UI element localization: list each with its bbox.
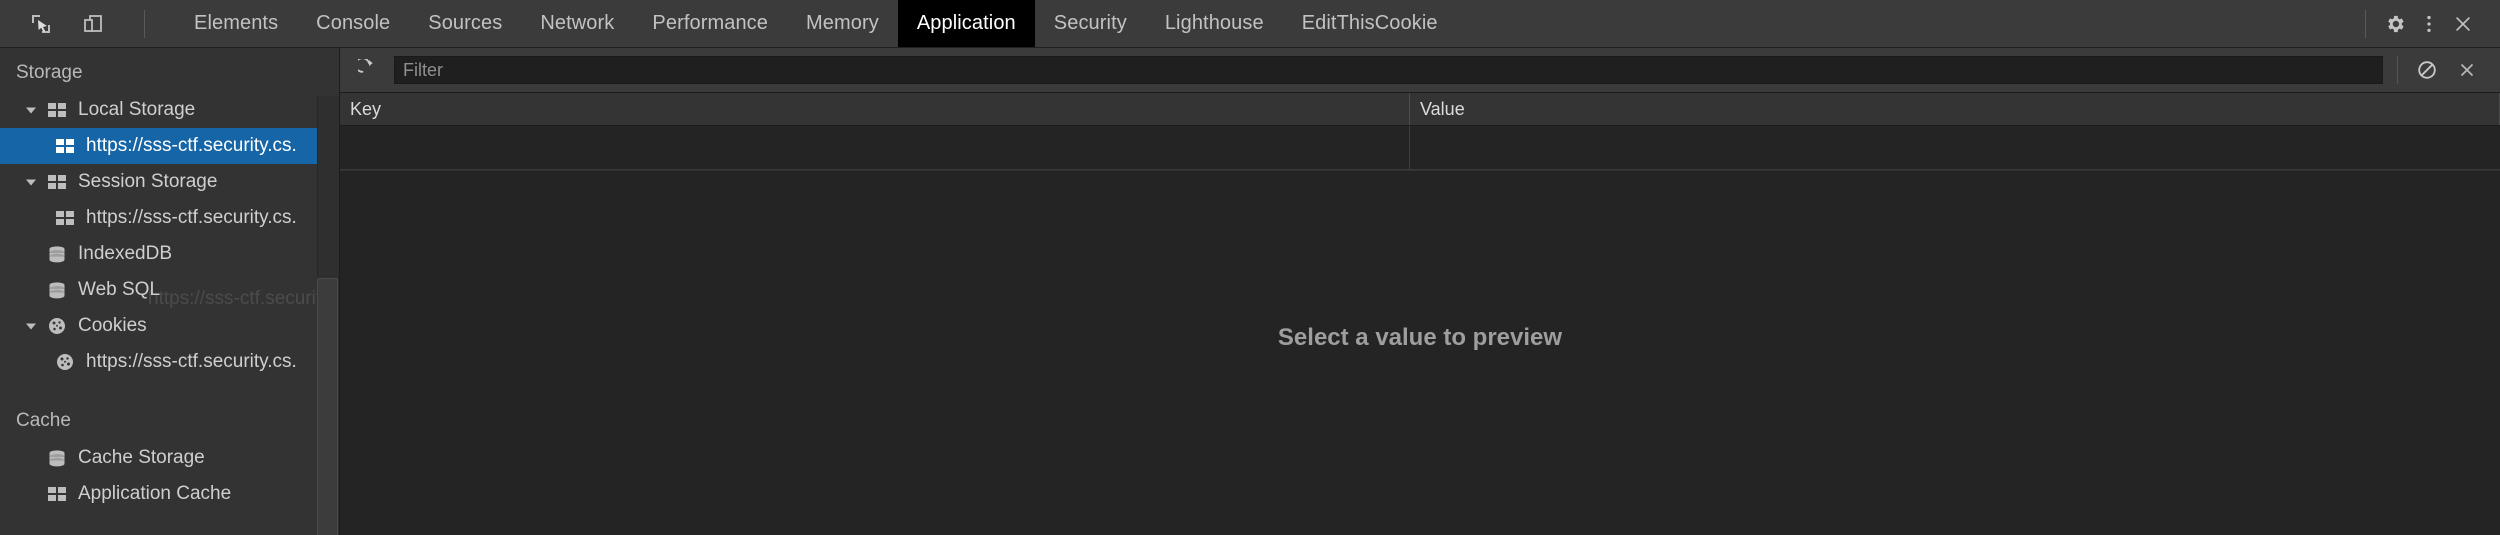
application-sidebar: Storage Local Storage https://sss-ctf.se… [0,48,340,535]
gear-icon[interactable] [2380,9,2410,39]
sidebar-section-cache-title: Cache [16,410,71,431]
sidebar-item-label: Cookies [78,315,147,336]
chevron-down-icon[interactable] [18,176,44,188]
tab-label: Application [916,12,1016,34]
table-icon [52,138,78,154]
database-icon [44,245,70,263]
sidebar-item-session-storage-origin[interactable]: https://sss-ctf.security.cs. [0,200,339,236]
table-icon [44,102,70,118]
table-icon [44,174,70,190]
sidebar-item-label: Local Storage [78,99,196,120]
storage-filter-bar [340,48,2500,93]
refresh-icon[interactable] [354,55,384,85]
tab-sources[interactable]: Sources [409,0,521,47]
database-icon [44,281,70,299]
chevron-down-icon[interactable] [18,320,44,332]
sidebar-item-label: Cache Storage [78,447,205,468]
device-toolbar-icon[interactable] [78,9,108,39]
inspect-cursor-icon[interactable] [26,9,56,39]
sidebar-item-application-cache[interactable]: Application Cache [0,476,339,512]
sidebar-scrollbar-thumb[interactable] [317,278,338,535]
tab-network[interactable]: Network [521,0,633,47]
table-icon [44,486,70,502]
chevron-down-icon[interactable] [18,104,44,116]
cookie-icon [52,353,78,371]
sidebar-item-indexeddb[interactable]: IndexedDB [0,236,339,272]
sidebar-scrollbar[interactable] [317,96,339,535]
cell-key[interactable] [340,126,1410,169]
tab-label: Performance [652,12,768,34]
sidebar-item-local-storage[interactable]: Local Storage [0,92,339,128]
preview-placeholder-message: Select a value to preview [1277,324,1563,351]
toolbar-divider-right [2365,9,2366,38]
sidebar-section-storage-title: Storage [16,62,83,83]
tab-label: Sources [428,12,503,34]
tab-label: Security [1053,12,1127,34]
column-header-value[interactable]: Value [1410,93,2500,125]
storage-panel: Key Value Select a value to preview [340,48,2500,535]
sidebar-item-local-storage-origin[interactable]: https://sss-ctf.security.cs. [0,128,339,164]
tab-elements[interactable]: Elements [175,0,297,47]
storage-grid-rows [340,126,2500,170]
value-preview-pane: Select a value to preview [340,170,2500,535]
sidebar-item-cookies-origin[interactable]: https://sss-ctf.security.cs. [0,344,339,380]
storage-grid-header: Key Value [340,93,2500,126]
sidebar-item-label: Web SQL [78,279,161,300]
table-icon [52,210,78,226]
cell-value[interactable] [1410,126,2500,169]
cookie-icon [44,317,70,335]
tab-console[interactable]: Console [297,0,409,47]
tab-label: EditThisCookie [1301,12,1438,34]
toolbar-left-controls [0,0,155,47]
sidebar-item-session-storage[interactable]: Session Storage [0,164,339,200]
sidebar-item-label: Session Storage [78,171,218,192]
sidebar-item-cache-storage[interactable]: Cache Storage [0,440,339,476]
devtools-toolbar: Elements Console Sources Network Perform… [0,0,2500,48]
search-input[interactable] [394,56,2383,84]
sidebar-item-cookies[interactable]: Cookies [0,308,339,344]
tab-label: Memory [806,12,879,34]
toolbar-divider [144,9,145,38]
tab-label: Lighthouse [1164,12,1264,34]
delete-selected-icon[interactable] [2452,55,2482,85]
database-icon [44,449,70,467]
tab-security[interactable]: Security [1035,0,1146,47]
sidebar-item-label: https://sss-ctf.security.cs. [86,351,297,372]
toolbar-right-controls [2365,0,2500,47]
tab-application[interactable]: Application [897,0,1035,47]
sidebar-item-web-sql[interactable]: Web SQL [0,272,339,308]
tab-memory[interactable]: Memory [787,0,898,47]
sidebar-item-label: Application Cache [78,483,232,504]
sidebar-item-label: https://sss-ctf.security.cs. [86,135,297,156]
clear-all-icon[interactable] [2412,55,2442,85]
tab-label: Network [540,12,615,34]
filter-divider [2397,56,2398,84]
tab-lighthouse[interactable]: Lighthouse [1146,0,1283,47]
devtools-tab-bar: Elements Console Sources Network Perform… [175,0,1457,47]
close-icon[interactable] [2448,9,2478,39]
tab-performance[interactable]: Performance [633,0,787,47]
table-row[interactable] [340,126,2500,170]
kebab-menu-icon[interactable] [2414,9,2444,39]
column-header-key[interactable]: Key [340,93,1410,125]
devtools-body: Storage Local Storage https://sss-ctf.se… [0,48,2500,535]
sidebar-item-label: https://sss-ctf.security.cs. [86,207,297,228]
tab-label: Console [316,12,391,34]
tab-label: Elements [194,12,279,34]
tab-editthiscookie[interactable]: EditThisCookie [1283,0,1457,47]
sidebar-item-label: IndexedDB [78,243,173,264]
